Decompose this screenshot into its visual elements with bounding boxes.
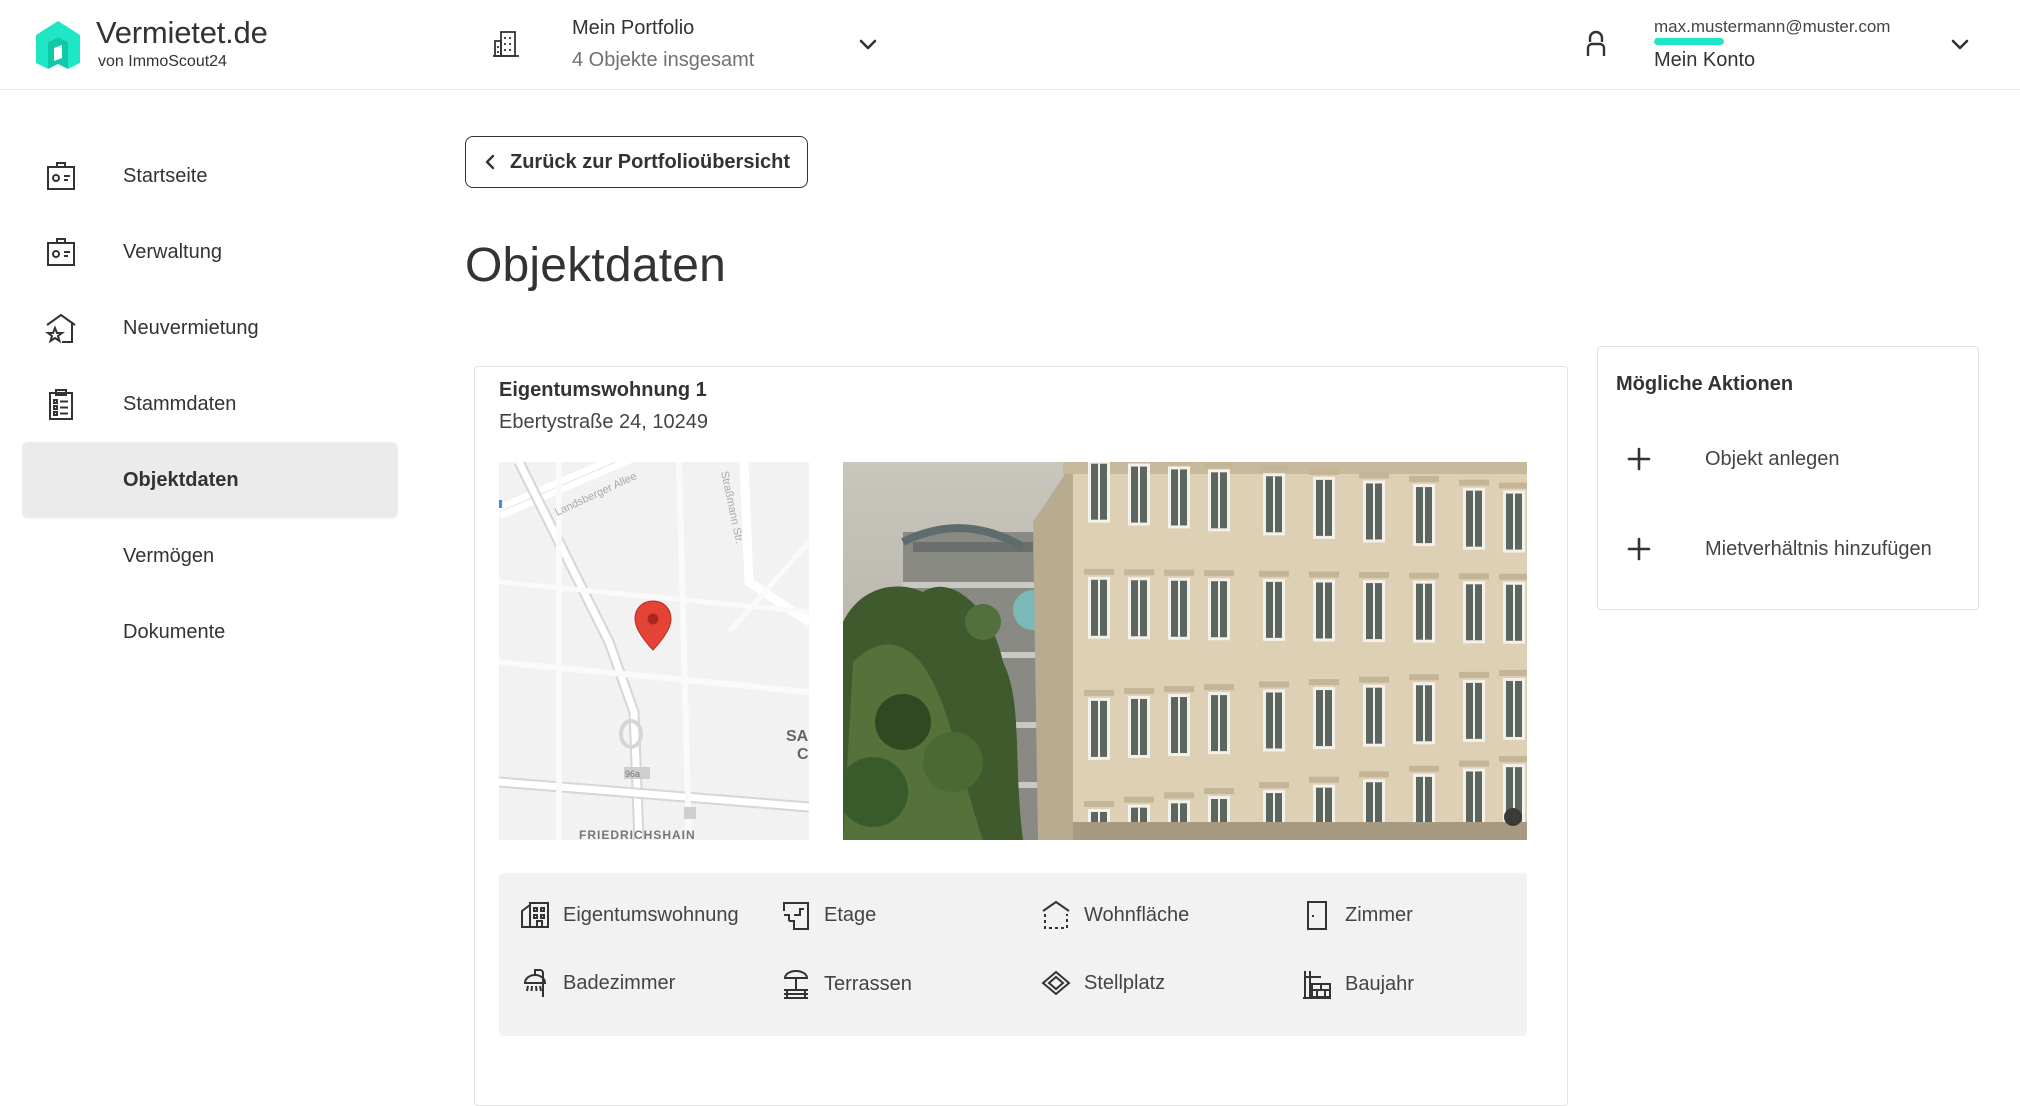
sidebar-item-label: Objektdaten bbox=[123, 468, 239, 491]
property-address: Ebertystraße 24, 10249 bbox=[499, 411, 709, 433]
account-menu[interactable]: max.mustermann@muster.com Mein Konto bbox=[1580, 14, 1969, 74]
feature-label: Zimmer bbox=[1345, 903, 1413, 926]
sidebar-item-vermoegen[interactable]: Vermögen bbox=[22, 518, 398, 594]
create-object-button[interactable]: Objekt anlegen bbox=[1598, 431, 1978, 487]
feature-eigentumswohnung: Eigentumswohnung bbox=[519, 897, 739, 933]
account-email: max.mustermann@muster.com bbox=[1654, 16, 1891, 45]
chevron-down-icon[interactable] bbox=[1948, 32, 1972, 56]
account-email-text: max.mustermann@muster.com bbox=[1654, 16, 1891, 36]
location-map[interactable]: Landsberger Allee Straßmann Str. 96a FRI… bbox=[499, 462, 809, 840]
feature-label: Terrassen bbox=[824, 972, 912, 995]
map-district-label: FRIEDRICHSHAIN bbox=[579, 828, 696, 840]
add-tenancy-button[interactable]: Mietverhältnis hinzufügen bbox=[1598, 521, 1978, 577]
sidebar-item-stammdaten[interactable]: Stammdaten bbox=[22, 366, 398, 442]
map-partial-label: C bbox=[797, 746, 809, 763]
action-label: Mietverhältnis hinzufügen bbox=[1705, 537, 1932, 560]
feature-stellplatz: Stellplatz bbox=[1040, 965, 1165, 1001]
clipboard-icon bbox=[49, 389, 73, 420]
parking-icon bbox=[1041, 970, 1071, 996]
sidebar-item-startseite[interactable]: Startseite bbox=[22, 138, 398, 214]
action-label: Objekt anlegen bbox=[1705, 447, 1840, 470]
feature-label: Stellplatz bbox=[1084, 971, 1166, 994]
page-title: Objektdaten bbox=[465, 239, 727, 292]
feature-wohnflaeche: Wohnfläche bbox=[1040, 897, 1189, 933]
house-star-icon bbox=[45, 313, 76, 344]
stairs-icon bbox=[783, 902, 809, 930]
app-header: Vermietet.de von ImmoScout24 Mein Portfo… bbox=[0, 0, 2020, 90]
portfolio-switcher[interactable]: Mein Portfolio 4 Objekte insgesamt bbox=[490, 14, 877, 74]
feature-baujahr: Baujahr bbox=[1301, 966, 1414, 1002]
plus-icon bbox=[1627, 537, 1651, 561]
plus-icon bbox=[1627, 447, 1651, 471]
feature-zimmer: Zimmer bbox=[1301, 897, 1413, 933]
actions-title: Mögliche Aktionen bbox=[1616, 373, 1794, 395]
feature-label: Wohnfläche bbox=[1084, 903, 1190, 926]
map-road-label: 96a bbox=[625, 769, 640, 779]
user-icon bbox=[1586, 30, 1606, 56]
sidebar-item-label: Vermögen bbox=[123, 544, 215, 567]
feature-label: Baujahr bbox=[1345, 972, 1414, 995]
property-photo[interactable] bbox=[843, 462, 1527, 840]
map-partial-label: SA bbox=[786, 728, 809, 745]
terrace-icon bbox=[783, 970, 809, 999]
feature-label: Badezimmer bbox=[563, 971, 676, 994]
feature-terrassen: Terrassen bbox=[780, 966, 912, 1002]
sidebar-nav: Startseite Verwaltung Neuvermietung Stam… bbox=[0, 90, 420, 1096]
building-icon bbox=[493, 31, 519, 57]
feature-grid: Eigentumswohnung Etage Wohnfläche Zimmer bbox=[499, 873, 1527, 1036]
area-icon bbox=[1042, 900, 1070, 929]
map-canvas: Landsberger Allee Straßmann Str. 96a FRI… bbox=[499, 462, 809, 840]
sidebar-item-objektdaten[interactable]: Objektdaten bbox=[22, 442, 398, 518]
sidebar-item-dokumente[interactable]: Dokumente bbox=[22, 594, 398, 670]
brand-logo[interactable]: Vermietet.de von ImmoScout24 bbox=[32, 16, 268, 71]
property-card: Eigentumswohnung 1 Ebertystraße 24, 1024… bbox=[474, 366, 1568, 1106]
chevron-down-icon[interactable] bbox=[856, 32, 880, 56]
portfolio-title: Mein Portfolio bbox=[572, 17, 695, 39]
feature-etage: Etage bbox=[780, 897, 876, 933]
property-title: Eigentumswohnung 1 bbox=[499, 379, 707, 401]
possible-actions-panel: Mögliche Aktionen Objekt anlegen Mietver… bbox=[1597, 346, 1979, 610]
feature-badezimmer: Badezimmer bbox=[519, 965, 675, 1001]
account-label: Mein Konto bbox=[1654, 48, 1756, 71]
house-logo-icon bbox=[36, 20, 80, 69]
sidebar-item-label: Neuvermietung bbox=[123, 316, 259, 339]
sidebar-item-neuvermietung[interactable]: Neuvermietung bbox=[22, 290, 398, 366]
construction-icon bbox=[1303, 971, 1331, 999]
brand-subtitle: von ImmoScout24 bbox=[98, 53, 227, 70]
chevron-left-icon bbox=[485, 154, 495, 170]
email-highlight bbox=[1654, 37, 1724, 45]
building-icon bbox=[521, 902, 549, 928]
building-photo-canvas bbox=[843, 462, 1527, 840]
sidebar-item-label: Stammdaten bbox=[123, 392, 237, 415]
feature-label: Eigentumswohnung bbox=[563, 903, 739, 926]
back-button-label: Zurück zur Portfolioübersicht bbox=[510, 150, 791, 173]
portfolio-count: 4 Objekte insgesamt bbox=[572, 49, 755, 71]
sidebar-item-label: Startseite bbox=[123, 164, 208, 187]
back-to-portfolio-button[interactable]: Zurück zur Portfolioübersicht bbox=[465, 136, 808, 188]
feature-label: Etage bbox=[824, 903, 877, 926]
door-icon bbox=[1307, 901, 1327, 930]
house-wallet-icon bbox=[47, 238, 75, 266]
sidebar-item-label: Verwaltung bbox=[123, 240, 222, 263]
brand-title: Vermietet.de bbox=[96, 15, 268, 50]
house-wallet-icon bbox=[47, 162, 75, 190]
sidebar-item-label: Dokumente bbox=[123, 620, 226, 643]
shower-icon bbox=[523, 969, 547, 997]
sidebar-item-verwaltung[interactable]: Verwaltung bbox=[22, 214, 398, 290]
